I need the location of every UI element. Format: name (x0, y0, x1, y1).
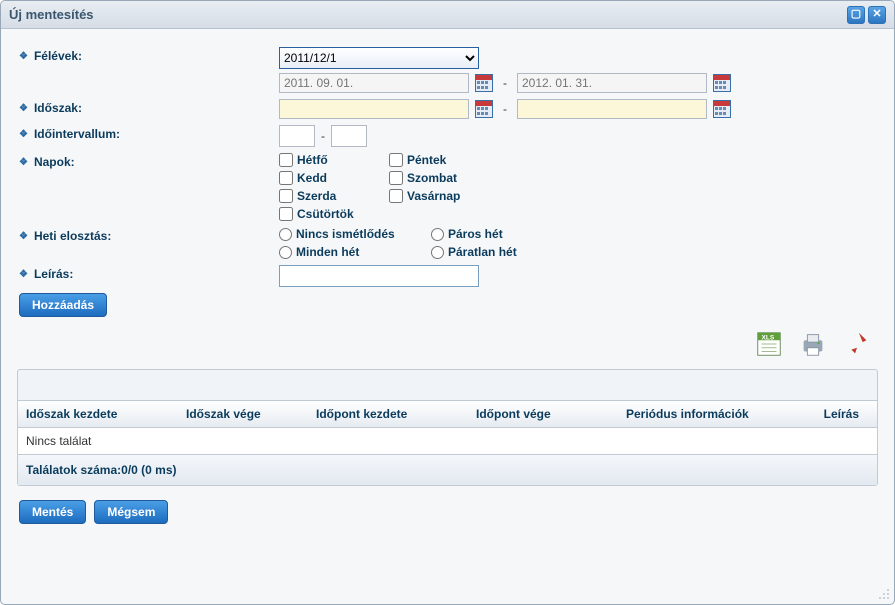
label-interval: ❖ Időintervallum: (19, 125, 279, 141)
bullet-icon: ❖ (19, 157, 28, 168)
bullet-icon: ❖ (19, 269, 28, 280)
maximize-icon: ▢ (851, 9, 861, 20)
checkbox-monday[interactable]: Hétfő (279, 153, 379, 167)
maximize-button[interactable]: ▢ (847, 6, 865, 24)
calendar-icon[interactable] (713, 74, 731, 92)
window-title: Új mentesítés (9, 7, 844, 22)
radio-odd-week[interactable]: Páratlan hét (431, 245, 571, 259)
grid-header-row: Időszak kezdete Időszak vége Időpont kez… (18, 400, 877, 428)
row-weekly: ❖ Heti elosztás: Nincs ismétlődés Páros … (19, 227, 876, 259)
label-semesters: ❖ Félévek: (19, 47, 279, 63)
col-period-info[interactable]: Periódus információk (618, 401, 798, 427)
radio-every-week[interactable]: Minden hét (279, 245, 429, 259)
export-xls-icon[interactable]: XLS (754, 329, 784, 359)
bullet-icon: ❖ (19, 231, 28, 242)
date-separator: - (503, 76, 507, 90)
checkbox-tuesday[interactable]: Kedd (279, 171, 379, 185)
label-days: ❖ Napok: (19, 153, 279, 169)
row-days: ❖ Napok: Hétfő Péntek Kedd Szombat Szerd… (19, 153, 876, 221)
save-button[interactable]: Mentés (19, 500, 86, 524)
print-icon[interactable] (798, 329, 828, 359)
grid-empty-text: Nincs találat (18, 428, 877, 455)
period-start-input[interactable] (279, 99, 469, 119)
row-period: ❖ Időszak: - (19, 99, 876, 119)
label-period: ❖ Időszak: (19, 99, 279, 115)
checkbox-wednesday[interactable]: Szerda (279, 189, 379, 203)
add-button[interactable]: Hozzáadás (19, 293, 107, 317)
grid-toolbar: XLS (1, 325, 894, 365)
label-description: ❖ Leírás: (19, 265, 279, 281)
grid-footer: Találatok száma:0/0 (0 ms) (18, 455, 877, 485)
cancel-button[interactable]: Mégsem (94, 500, 168, 524)
pin-icon[interactable] (842, 329, 872, 359)
form-area: ❖ Félévek: 2011/12/1 - ❖ Időszak: (1, 29, 894, 325)
row-interval: ❖ Időintervallum: - (19, 125, 876, 147)
close-button[interactable]: ✕ (868, 6, 886, 24)
calendar-icon[interactable] (713, 100, 731, 118)
interval-to-input[interactable] (331, 125, 367, 147)
svg-text:XLS: XLS (762, 334, 775, 341)
calendar-icon[interactable] (475, 100, 493, 118)
checkbox-sunday[interactable]: Vasárnap (389, 189, 499, 203)
radio-even-week[interactable]: Páros hét (431, 227, 571, 241)
checkbox-thursday[interactable]: Csütörtök (279, 207, 499, 221)
date-separator: - (503, 102, 507, 116)
bullet-icon: ❖ (19, 103, 28, 114)
interval-separator: - (321, 129, 325, 143)
titlebar: Új mentesítés ▢ ✕ (1, 1, 894, 29)
semester-select[interactable]: 2011/12/1 (279, 47, 479, 69)
radio-no-repeat[interactable]: Nincs ismétlődés (279, 227, 429, 241)
col-start-period[interactable]: Időszak kezdete (18, 401, 178, 427)
dialog-window: Új mentesítés ▢ ✕ ❖ Félévek: 2011/12/1 - (0, 0, 895, 605)
interval-from-input[interactable] (279, 125, 315, 147)
col-description[interactable]: Leírás (798, 401, 877, 427)
calendar-icon[interactable] (475, 74, 493, 92)
row-description: ❖ Leírás: (19, 265, 876, 287)
resize-grip-icon[interactable] (876, 586, 890, 600)
dialog-buttons: Mentés Mégsem (1, 496, 894, 542)
period-end-input[interactable] (517, 99, 707, 119)
row-semesters: ❖ Félévek: 2011/12/1 - (19, 47, 876, 93)
checkbox-saturday[interactable]: Szombat (389, 171, 499, 185)
bullet-icon: ❖ (19, 51, 28, 62)
col-end-time[interactable]: Időpont vége (468, 401, 618, 427)
description-input[interactable] (279, 265, 479, 287)
bullet-icon: ❖ (19, 129, 28, 140)
checkbox-friday[interactable]: Péntek (389, 153, 499, 167)
semester-end-input[interactable] (517, 73, 707, 93)
col-end-period[interactable]: Időszak vége (178, 401, 308, 427)
col-start-time[interactable]: Időpont kezdete (308, 401, 468, 427)
results-grid: Időszak kezdete Időszak vége Időpont kez… (17, 369, 878, 486)
close-icon: ✕ (872, 9, 881, 20)
semester-start-input[interactable] (279, 73, 469, 93)
label-weekly: ❖ Heti elosztás: (19, 227, 279, 243)
